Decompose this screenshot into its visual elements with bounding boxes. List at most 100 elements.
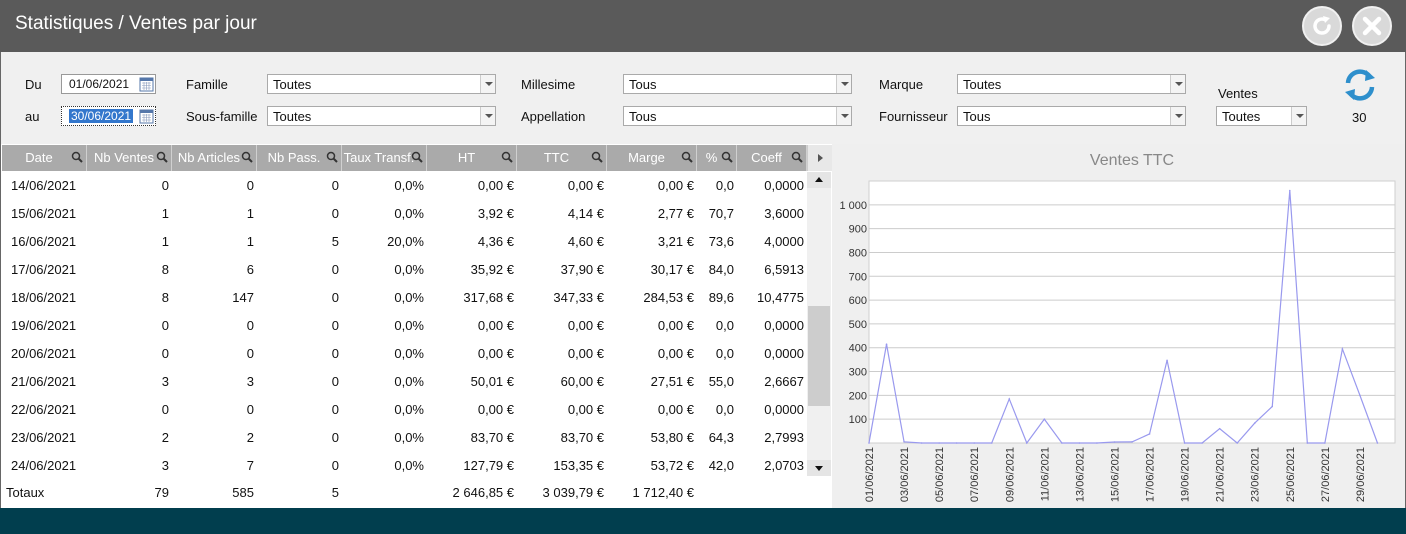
data-point (990, 442, 993, 444)
x-tick-label: 19/06/2021 (1180, 447, 1192, 502)
cell-pct: 55,0 (708, 374, 734, 389)
table-row[interactable]: 24/06/2021 3 7 0 0,0% 127,79 € 153,35 € 53,72 €… (2, 452, 807, 480)
table-row[interactable]: 18/06/2021 8 147 0 0,0% 317,68 € 347,33 € 284,5… (2, 284, 807, 312)
scroll-columns-right-icon[interactable] (807, 145, 833, 171)
col-header-marge[interactable]: Marge (607, 145, 697, 171)
search-icon[interactable] (326, 151, 338, 163)
cell-nb-articles: 1 (246, 206, 254, 221)
col-header-taux-transf[interactable]: Taux Transf. (342, 145, 427, 171)
data-point (1341, 348, 1344, 350)
cell-nb-articles: 0 (246, 346, 254, 361)
cell-ht: 317,68 € (463, 290, 514, 305)
reload-button[interactable] (1302, 6, 1342, 46)
search-icon[interactable] (591, 151, 603, 163)
table-scrollbar[interactable] (807, 172, 831, 476)
total-ht: 2 646,85 € (452, 485, 514, 500)
cell-coeff: 2,7993 (764, 430, 804, 445)
cell-date: 16/06/2021 (11, 234, 77, 249)
cell-ht: 83,70 € (470, 430, 514, 445)
appellation-select[interactable]: Tous (623, 106, 852, 126)
chevron-down-icon[interactable] (480, 75, 495, 93)
refresh-icon[interactable] (1342, 67, 1378, 103)
table-row[interactable]: 14/06/2021 0 0 0 0,0% 0,00 € 0,00 € 0,00 € 0,0 0,… (2, 172, 807, 200)
cell-nb-ventes: 0 (161, 318, 169, 333)
col-header-label: TTC (543, 150, 570, 165)
chevron-down-icon[interactable] (1170, 75, 1185, 93)
sous-famille-select[interactable]: Toutes (267, 106, 496, 126)
cell-date: 15/06/2021 (11, 206, 77, 221)
col-header-pct[interactable]: % (697, 145, 737, 171)
table-header: Date Nb Ventes Nb Articles Nb Pass. Taux Tra… (2, 145, 833, 171)
marque-select[interactable]: Toutes (957, 74, 1186, 94)
table-row[interactable]: 23/06/2021 2 2 0 0,0% 83,70 € 83,70 € 53,80 € 64… (2, 424, 807, 452)
table-row[interactable]: 21/06/2021 3 3 0 0,0% 50,01 € 60,00 € 27,51 € 55… (2, 368, 807, 396)
col-header-nb-pass[interactable]: Nb Pass. (257, 145, 342, 171)
search-icon[interactable] (681, 151, 693, 163)
search-icon[interactable] (411, 151, 423, 163)
data-point (973, 442, 975, 444)
date-to-input[interactable]: 30/06/2021 (61, 106, 156, 126)
calendar-icon[interactable] (139, 76, 154, 92)
cell-pct: 42,0 (708, 458, 734, 473)
search-icon[interactable] (501, 151, 513, 163)
cell-coeff: 2,6667 (764, 374, 804, 389)
cell-pct: 0,0 (715, 402, 734, 417)
data-point (903, 441, 905, 443)
cell-marge: 2,77 € (657, 206, 694, 221)
table-row[interactable]: 20/06/2021 0 0 0 0,0% 0,00 € 0,00 € 0,00 € 0,0 0,… (2, 340, 807, 368)
ventes-select[interactable]: Toutes (1216, 106, 1307, 126)
col-header-date[interactable]: Date (2, 145, 87, 171)
chevron-down-icon[interactable] (836, 75, 851, 93)
chevron-down-icon[interactable] (1291, 107, 1306, 125)
col-header-coeff[interactable]: Coeff (737, 145, 807, 171)
search-icon[interactable] (791, 151, 803, 163)
chevron-down-icon[interactable] (1170, 107, 1185, 125)
total-taux-transf (342, 480, 427, 506)
result-count: 30 (1352, 110, 1367, 125)
close-button[interactable] (1352, 6, 1392, 46)
table-row[interactable]: 22/06/2021 0 0 0 0,0% 0,00 € 0,00 € 0,00 € 0,0 0,… (2, 396, 807, 424)
col-header-ht[interactable]: HT (427, 145, 517, 171)
scroll-thumb[interactable] (808, 306, 830, 406)
scroll-down-icon[interactable] (807, 460, 831, 476)
table-row[interactable]: 15/06/2021 1 1 0 0,0% 3,92 € 4,14 € 2,77 € 70,7 3… (2, 200, 807, 228)
search-icon[interactable] (71, 151, 83, 163)
cell-coeff: 10,4775 (757, 290, 804, 305)
search-icon[interactable] (156, 151, 168, 163)
y-tick-label: 300 (849, 367, 867, 379)
cell-nb-pass: 0 (331, 430, 339, 445)
search-icon[interactable] (721, 151, 733, 163)
data-point (1061, 442, 1063, 444)
cell-nb-articles: 0 (246, 318, 254, 333)
data-point (1271, 405, 1274, 408)
cell-taux-transf: 0,0% (394, 318, 424, 333)
col-header-nb-ventes[interactable]: Nb Ventes (87, 145, 172, 171)
chevron-down-icon[interactable] (480, 107, 495, 125)
cell-taux-transf: 0,0% (394, 262, 424, 277)
millesime-select[interactable]: Tous (623, 74, 852, 94)
calendar-icon[interactable] (139, 108, 154, 124)
col-header-ttc[interactable]: TTC (517, 145, 607, 171)
x-tick-label: 11/06/2021 (1039, 447, 1051, 501)
col-header-label: Taux Transf. (343, 150, 415, 165)
cell-nb-ventes: 1 (161, 234, 169, 249)
cell-pct: 84,0 (708, 262, 734, 277)
famille-select[interactable]: Toutes (267, 74, 496, 94)
cell-marge: 27,51 € (650, 374, 694, 389)
cell-marge: 3,21 € (657, 234, 694, 249)
date-from-input[interactable]: 01/06/2021 (61, 74, 156, 94)
chevron-down-icon[interactable] (836, 107, 851, 125)
col-header-nb-articles[interactable]: Nb Articles (172, 145, 257, 171)
chart-svg: Ventes TTC 100 200 300 400 500 600 700 800 900 1 0… (839, 152, 1396, 502)
window-title: Statistiques / Ventes par jour (15, 13, 257, 34)
table-row[interactable]: 16/06/2021 1 1 5 20,0% 4,36 € 4,60 € 3,21 € 73,6… (2, 228, 807, 256)
col-header-label: Marge (628, 150, 665, 165)
cell-ht: 3,92 € (477, 206, 514, 221)
scroll-up-icon[interactable] (807, 172, 831, 188)
cell-date: 24/06/2021 (11, 458, 77, 473)
fournisseur-select[interactable]: Tous (957, 106, 1186, 126)
search-icon[interactable] (241, 151, 253, 163)
table-row[interactable]: 17/06/2021 8 6 0 0,0% 35,92 € 37,90 € 30,17 € 84… (2, 256, 807, 284)
table-row[interactable]: 19/06/2021 0 0 0 0,0% 0,00 € 0,00 € 0,00 € 0,0 0,… (2, 312, 807, 340)
data-point (1131, 441, 1133, 443)
